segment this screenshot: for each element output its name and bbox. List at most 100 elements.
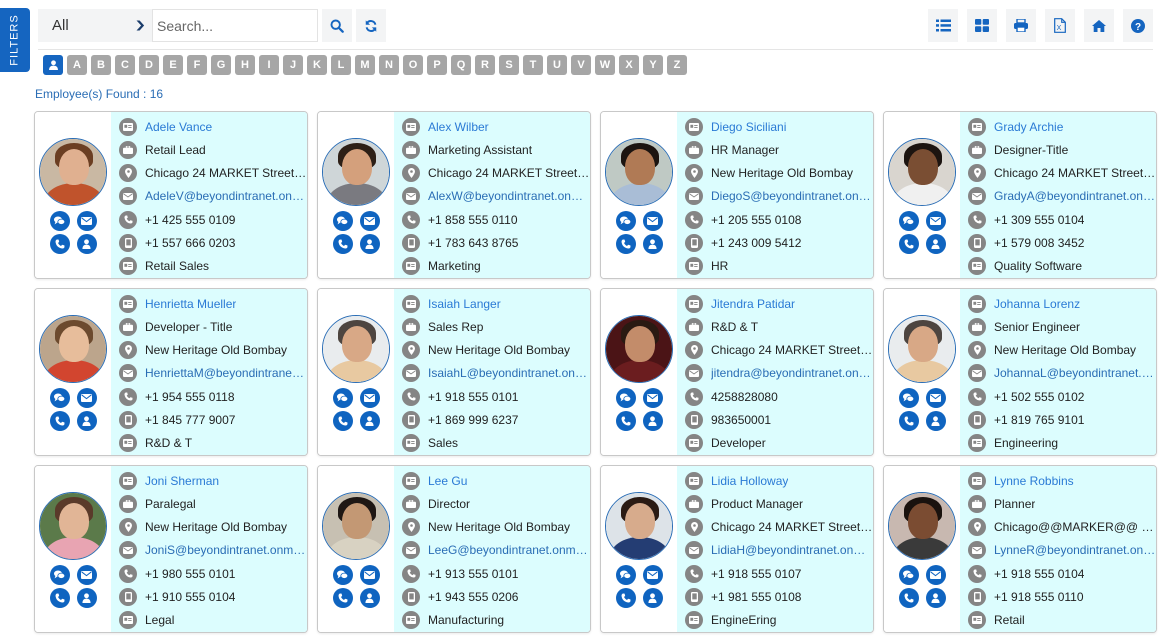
- email-button[interactable]: [359, 211, 380, 231]
- alphabet-letter-b[interactable]: B: [91, 55, 111, 75]
- profile-button[interactable]: [359, 411, 380, 431]
- home-button[interactable]: [1084, 9, 1114, 42]
- alphabet-letter-s[interactable]: S: [499, 55, 519, 75]
- profile-button[interactable]: [642, 411, 663, 431]
- email-link[interactable]: AlexW@beyondintranet.onmic...: [428, 189, 590, 203]
- call-button[interactable]: [615, 588, 636, 608]
- profile-button[interactable]: [925, 411, 946, 431]
- employee-name-link[interactable]: Joni Sherman: [145, 474, 219, 488]
- alphabet-letter-l[interactable]: L: [331, 55, 351, 75]
- email-button[interactable]: [925, 211, 946, 231]
- employee-name-link[interactable]: Lee Gu: [428, 474, 467, 488]
- chat-button[interactable]: [49, 388, 70, 408]
- email-link[interactable]: DiegoS@beyondintranet.onmi...: [711, 189, 873, 203]
- email-link[interactable]: AdeleV@beyondintranet.onmi...: [145, 189, 307, 203]
- email-link[interactable]: IsaiahL@beyondintranet.onmi...: [428, 366, 590, 380]
- email-button[interactable]: [925, 388, 946, 408]
- email-link[interactable]: LynneR@beyondintranet.onmi...: [994, 543, 1156, 557]
- profile-button[interactable]: [76, 588, 97, 608]
- email-link[interactable]: LidiaH@beyondintranet.onmic...: [711, 543, 873, 557]
- alphabet-letter-r[interactable]: R: [475, 55, 495, 75]
- alphabet-letter-n[interactable]: N: [379, 55, 399, 75]
- email-link[interactable]: GradyA@beyondintranet.onmi...: [994, 189, 1156, 203]
- call-button[interactable]: [49, 234, 70, 254]
- print-button[interactable]: [1006, 9, 1036, 42]
- employee-name-link[interactable]: Alex Wilber: [428, 120, 489, 134]
- alphabet-letter-g[interactable]: G: [211, 55, 231, 75]
- alphabet-letter-x[interactable]: X: [619, 55, 639, 75]
- chat-button[interactable]: [615, 565, 636, 585]
- email-button[interactable]: [359, 388, 380, 408]
- alphabet-letter-u[interactable]: U: [547, 55, 567, 75]
- call-button[interactable]: [898, 588, 919, 608]
- filters-tab[interactable]: FILTERS: [0, 8, 30, 72]
- employee-name-link[interactable]: Diego Siciliani: [711, 120, 786, 134]
- profile-button[interactable]: [642, 234, 663, 254]
- call-button[interactable]: [49, 588, 70, 608]
- avatar[interactable]: [322, 492, 390, 560]
- employee-name-link[interactable]: Johanna Lorenz: [994, 297, 1080, 311]
- call-button[interactable]: [49, 411, 70, 431]
- email-button[interactable]: [642, 565, 663, 585]
- email-link[interactable]: LeeG@beyondintranet.onmicr...: [428, 543, 590, 557]
- profile-button[interactable]: [76, 234, 97, 254]
- grid-view-button[interactable]: [967, 9, 997, 42]
- list-view-button[interactable]: [928, 9, 958, 42]
- alphabet-letter-t[interactable]: T: [523, 55, 543, 75]
- email-link[interactable]: jitendra@beyondintranet.onm...: [711, 366, 873, 380]
- avatar[interactable]: [605, 315, 673, 383]
- alphabet-letter-z[interactable]: Z: [667, 55, 687, 75]
- help-button[interactable]: ?: [1123, 9, 1153, 42]
- chat-button[interactable]: [332, 211, 353, 231]
- chat-button[interactable]: [49, 211, 70, 231]
- alphabet-letter-q[interactable]: Q: [451, 55, 471, 75]
- employee-name-link[interactable]: Adele Vance: [145, 120, 212, 134]
- call-button[interactable]: [332, 588, 353, 608]
- avatar[interactable]: [605, 492, 673, 560]
- alphabet-all-button[interactable]: [43, 55, 63, 75]
- alphabet-letter-h[interactable]: H: [235, 55, 255, 75]
- chat-button[interactable]: [898, 565, 919, 585]
- employee-name-link[interactable]: Lidia Holloway: [711, 474, 788, 488]
- email-button[interactable]: [642, 211, 663, 231]
- chat-button[interactable]: [615, 388, 636, 408]
- call-button[interactable]: [898, 234, 919, 254]
- profile-button[interactable]: [925, 588, 946, 608]
- employee-name-link[interactable]: Jitendra Patidar: [711, 297, 795, 311]
- profile-button[interactable]: [76, 411, 97, 431]
- employee-name-link[interactable]: Lynne Robbins: [994, 474, 1074, 488]
- alphabet-letter-o[interactable]: O: [403, 55, 423, 75]
- avatar[interactable]: [888, 492, 956, 560]
- alphabet-letter-i[interactable]: I: [259, 55, 279, 75]
- avatar[interactable]: [322, 315, 390, 383]
- profile-button[interactable]: [359, 234, 380, 254]
- email-link[interactable]: JohannaL@beyondintranet.on...: [994, 366, 1156, 380]
- chat-button[interactable]: [898, 388, 919, 408]
- employee-name-link[interactable]: Henrietta Mueller: [145, 297, 236, 311]
- chat-button[interactable]: [332, 565, 353, 585]
- email-link[interactable]: JoniS@beyondintranet.onmicr...: [145, 543, 307, 557]
- avatar[interactable]: [39, 138, 107, 206]
- call-button[interactable]: [615, 234, 636, 254]
- alphabet-letter-v[interactable]: V: [571, 55, 591, 75]
- email-link[interactable]: HenriettaM@beyondintranet.o...: [145, 366, 307, 380]
- chat-button[interactable]: [332, 388, 353, 408]
- alphabet-letter-e[interactable]: E: [163, 55, 183, 75]
- email-button[interactable]: [76, 565, 97, 585]
- search-button[interactable]: [322, 9, 352, 42]
- alphabet-letter-w[interactable]: W: [595, 55, 615, 75]
- chat-button[interactable]: [898, 211, 919, 231]
- export-excel-button[interactable]: X: [1045, 9, 1075, 42]
- email-button[interactable]: [642, 388, 663, 408]
- avatar[interactable]: [888, 315, 956, 383]
- alphabet-letter-p[interactable]: P: [427, 55, 447, 75]
- avatar[interactable]: [39, 315, 107, 383]
- search-input[interactable]: [152, 9, 318, 42]
- alphabet-letter-m[interactable]: M: [355, 55, 375, 75]
- alphabet-letter-c[interactable]: C: [115, 55, 135, 75]
- chat-button[interactable]: [615, 211, 636, 231]
- call-button[interactable]: [332, 411, 353, 431]
- email-button[interactable]: [925, 565, 946, 585]
- alphabet-letter-j[interactable]: J: [283, 55, 303, 75]
- profile-button[interactable]: [642, 588, 663, 608]
